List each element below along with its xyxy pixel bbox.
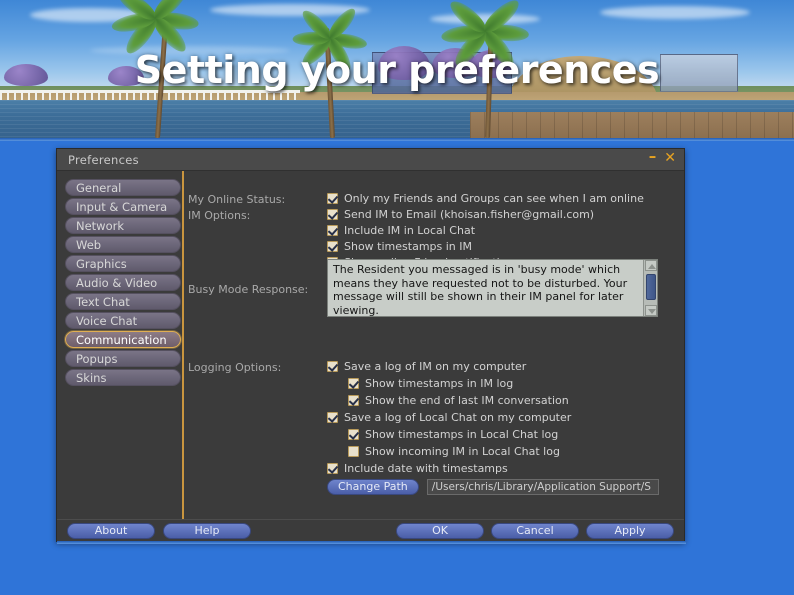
sidebar-item-general[interactable]: General <box>65 179 181 196</box>
cloud <box>600 6 750 19</box>
slide-title: Setting your preferences <box>134 48 660 92</box>
checkbox-row-show-incoming-im-in-local-chat-log[interactable]: Show incoming IM in Local Chat log <box>348 445 560 458</box>
sidebar-item-skins[interactable]: Skins <box>65 369 181 386</box>
sidebar-item-voice-chat[interactable]: Voice Chat <box>65 312 181 329</box>
sidebar-item-popups[interactable]: Popups <box>65 350 181 367</box>
sidebar-item-communication[interactable]: Communication <box>65 331 181 348</box>
checkbox-row-include-im-in-local-chat[interactable]: Include IM in Local Chat <box>327 224 475 237</box>
textarea-scrollbar[interactable] <box>643 260 657 316</box>
minimize-icon[interactable]: – <box>649 149 657 164</box>
log-path-row: Change Path /Users/chris/Library/Applica… <box>327 479 659 495</box>
checkbox-label[interactable]: Save a log of Local Chat on my computer <box>344 411 571 424</box>
sidebar-item-input-camera[interactable]: Input & Camera <box>65 198 181 215</box>
checkbox-row-save-im-log[interactable]: Save a log of IM on my computer <box>327 360 526 373</box>
sidebar-item-web[interactable]: Web <box>65 236 181 253</box>
checkbox-label[interactable]: Show incoming IM in Local Chat log <box>365 445 560 458</box>
checkbox-row-only-friends-see-online[interactable]: Only my Friends and Groups can see when … <box>327 192 644 205</box>
checkbox-row-include-date-with-timestamps[interactable]: Include date with timestamps <box>327 462 508 475</box>
checkbox-label[interactable]: Show timestamps in IM log <box>365 377 513 390</box>
label-busy-mode-response: Busy Mode Response: <box>188 283 309 296</box>
window-body: General Input & Camera Network Web Graph… <box>57 171 684 519</box>
ok-button[interactable]: OK <box>396 523 484 539</box>
checkbox-show-timestamps-in-im[interactable] <box>327 241 338 252</box>
checkbox-show-incoming-im-in-local-chat-log[interactable] <box>348 446 359 457</box>
help-button[interactable]: Help <box>163 523 251 539</box>
window-titlebar[interactable]: Preferences – ✕ <box>57 149 684 171</box>
scroll-up-icon[interactable] <box>645 260 657 271</box>
log-path-input[interactable]: /Users/chris/Library/Application Support… <box>426 479 659 495</box>
sidebar-item-graphics[interactable]: Graphics <box>65 255 181 272</box>
checkbox-show-timestamps-in-im-log[interactable] <box>348 378 359 389</box>
label-my-online-status: My Online Status: <box>188 193 286 206</box>
checkbox-label[interactable]: Show timestamps in IM <box>344 240 472 253</box>
window-bottom-edge <box>57 541 686 544</box>
cancel-button[interactable]: Cancel <box>491 523 579 539</box>
preferences-sidebar: General Input & Camera Network Web Graph… <box>57 171 184 519</box>
checkbox-show-end-of-last-im-conversation[interactable] <box>348 395 359 406</box>
window-controls: – ✕ <box>649 149 676 166</box>
checkbox-row-show-timestamps-in-im[interactable]: Show timestamps in IM <box>327 240 472 253</box>
window-title: Preferences <box>68 153 139 167</box>
close-icon[interactable]: ✕ <box>664 151 676 165</box>
busy-mode-response-textarea[interactable]: The Resident you messaged is in 'busy mo… <box>327 259 658 317</box>
sidebar-item-text-chat[interactable]: Text Chat <box>65 293 181 310</box>
checkbox-label[interactable]: Show the end of last IM conversation <box>365 394 569 407</box>
busy-mode-response-text[interactable]: The Resident you messaged is in 'busy mo… <box>328 260 643 316</box>
checkbox-include-im-in-local-chat[interactable] <box>327 225 338 236</box>
change-path-button[interactable]: Change Path <box>327 479 419 495</box>
checkbox-label[interactable]: Include date with timestamps <box>344 462 508 475</box>
checkbox-label[interactable]: Save a log of IM on my computer <box>344 360 526 373</box>
sidebar-item-audio-video[interactable]: Audio & Video <box>65 274 181 291</box>
label-logging-options: Logging Options: <box>188 361 282 374</box>
scrollbar-thumb[interactable] <box>646 274 656 300</box>
checkbox-show-timestamps-in-local-chat-log[interactable] <box>348 429 359 440</box>
checkbox-row-send-im-to-email[interactable]: Send IM to Email (khoisan.fisher@gmail.c… <box>327 208 594 221</box>
scroll-down-icon[interactable] <box>645 305 657 316</box>
slide-banner-image: Setting your preferences <box>0 0 794 141</box>
checkbox-label[interactable]: Only my Friends and Groups can see when … <box>344 192 644 205</box>
preferences-window: Preferences – ✕ General Input & Camera N… <box>56 148 686 544</box>
checkbox-row-show-timestamps-in-local-chat-log[interactable]: Show timestamps in Local Chat log <box>348 428 558 441</box>
checkbox-only-friends-see-online[interactable] <box>327 193 338 204</box>
checkbox-save-im-log[interactable] <box>327 361 338 372</box>
label-im-options: IM Options: <box>188 209 251 222</box>
banner-divider <box>0 138 794 141</box>
checkbox-label[interactable]: Send IM to Email (khoisan.fisher@gmail.c… <box>344 208 594 221</box>
sidebar-item-network[interactable]: Network <box>65 217 181 234</box>
about-button[interactable]: About <box>67 523 155 539</box>
checkbox-row-show-end-of-last-im-conversation[interactable]: Show the end of last IM conversation <box>348 394 569 407</box>
window-footer: About Help OK Cancel Apply <box>57 519 684 541</box>
checkbox-row-show-timestamps-in-im-log[interactable]: Show timestamps in IM log <box>348 377 513 390</box>
checkbox-label[interactable]: Show timestamps in Local Chat log <box>365 428 558 441</box>
checkbox-include-date-with-timestamps[interactable] <box>327 463 338 474</box>
communication-settings-panel: My Online Status: IM Options: Busy Mode … <box>184 171 684 519</box>
checkbox-save-local-chat-log[interactable] <box>327 412 338 423</box>
checkbox-row-save-local-chat-log[interactable]: Save a log of Local Chat on my computer <box>327 411 571 424</box>
apply-button[interactable]: Apply <box>586 523 674 539</box>
checkbox-label[interactable]: Include IM in Local Chat <box>344 224 475 237</box>
checkbox-send-im-to-email[interactable] <box>327 209 338 220</box>
